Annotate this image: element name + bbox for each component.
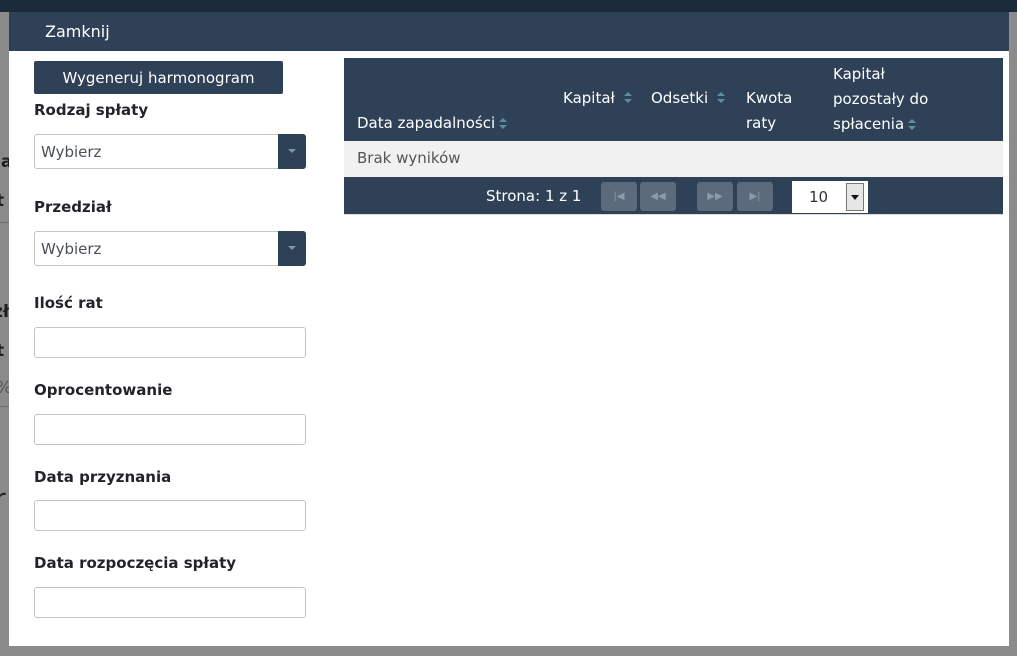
installments-label: Ilość rat — [34, 294, 103, 312]
interest-input[interactable] — [34, 414, 306, 445]
column-header-interest[interactable]: Odsetki — [651, 86, 725, 111]
interval-label: Przedział — [34, 198, 112, 216]
interval-value: Wybierz — [41, 240, 102, 258]
empty-row: Brak wyników — [344, 141, 1003, 177]
generate-schedule-button[interactable]: Wygeneruj harmonogram — [34, 61, 283, 94]
column-header-label: Kapitał — [563, 89, 615, 107]
column-header-capital[interactable]: Kapitał — [563, 86, 632, 111]
column-header-due-date[interactable]: Data zapadalności — [357, 111, 508, 136]
last-page-button[interactable]: ▶| — [737, 182, 773, 211]
grant-date-input[interactable] — [34, 500, 306, 531]
repayment-type-select[interactable]: Wybierz — [34, 134, 306, 169]
empty-message: Brak wyników — [357, 149, 461, 167]
column-header-remaining-capital[interactable]: Kapitał pozostały do spłacenia — [833, 62, 928, 137]
column-header-label: Kapitał — [833, 65, 885, 83]
sort-icon[interactable] — [499, 117, 508, 131]
interest-label: Oprocentowanie — [34, 381, 173, 399]
column-header-label: spłacenia — [833, 115, 905, 133]
column-header-label: raty — [746, 114, 777, 132]
column-header-label: Odsetki — [651, 89, 709, 107]
column-header-installment[interactable]: Kwota raty — [746, 86, 792, 136]
page-info: Strona: 1 z 1 — [486, 187, 582, 205]
start-date-label: Data rozpoczęcia spłaty — [34, 554, 237, 572]
paginator: Strona: 1 z 1 |◀ ◀◀ ▶▶ ▶| 10 — [344, 177, 1003, 215]
chevron-down-icon[interactable] — [278, 134, 306, 169]
column-header-label: pozostały do — [833, 90, 929, 108]
schedule-table: Data zapadalności Kapitał Odsetki Kwota … — [344, 58, 1003, 215]
interval-select[interactable]: Wybierz — [34, 231, 306, 266]
background-text: r — [0, 484, 6, 514]
start-date-input[interactable] — [34, 587, 306, 618]
background-divider — [0, 222, 9, 223]
prev-page-button[interactable]: ◀◀ — [640, 182, 676, 211]
background-topbar — [0, 0, 1017, 12]
grant-date-label: Data przyznania — [34, 468, 172, 486]
close-link[interactable]: Zamknij — [45, 22, 110, 41]
repayment-type-value: Wybierz — [41, 143, 102, 161]
rows-per-page-select[interactable]: 10 — [792, 181, 868, 213]
modal-header: Zamknij — [9, 12, 1009, 51]
schedule-modal: Zamknij Wygeneruj harmonogram Rodzaj spł… — [9, 12, 1009, 646]
background-text: t — [0, 191, 5, 211]
sort-icon[interactable] — [908, 118, 917, 132]
rows-per-page-value: 10 — [809, 188, 829, 206]
sort-icon[interactable] — [716, 91, 725, 105]
next-page-button[interactable]: ▶▶ — [697, 182, 733, 211]
column-header-label: Kwota — [746, 89, 793, 107]
chevron-down-icon[interactable] — [278, 231, 306, 266]
repayment-type-label: Rodzaj spłaty — [34, 101, 149, 119]
table-header: Data zapadalności Kapitał Odsetki Kwota … — [344, 58, 1003, 141]
background-text: t — [0, 341, 5, 361]
background-divider — [0, 406, 9, 407]
sort-icon[interactable] — [623, 91, 632, 105]
first-page-button[interactable]: |◀ — [601, 182, 637, 211]
installments-input[interactable] — [34, 327, 306, 358]
column-header-label: Data zapadalności — [357, 114, 496, 132]
chevron-down-icon[interactable] — [846, 183, 864, 211]
